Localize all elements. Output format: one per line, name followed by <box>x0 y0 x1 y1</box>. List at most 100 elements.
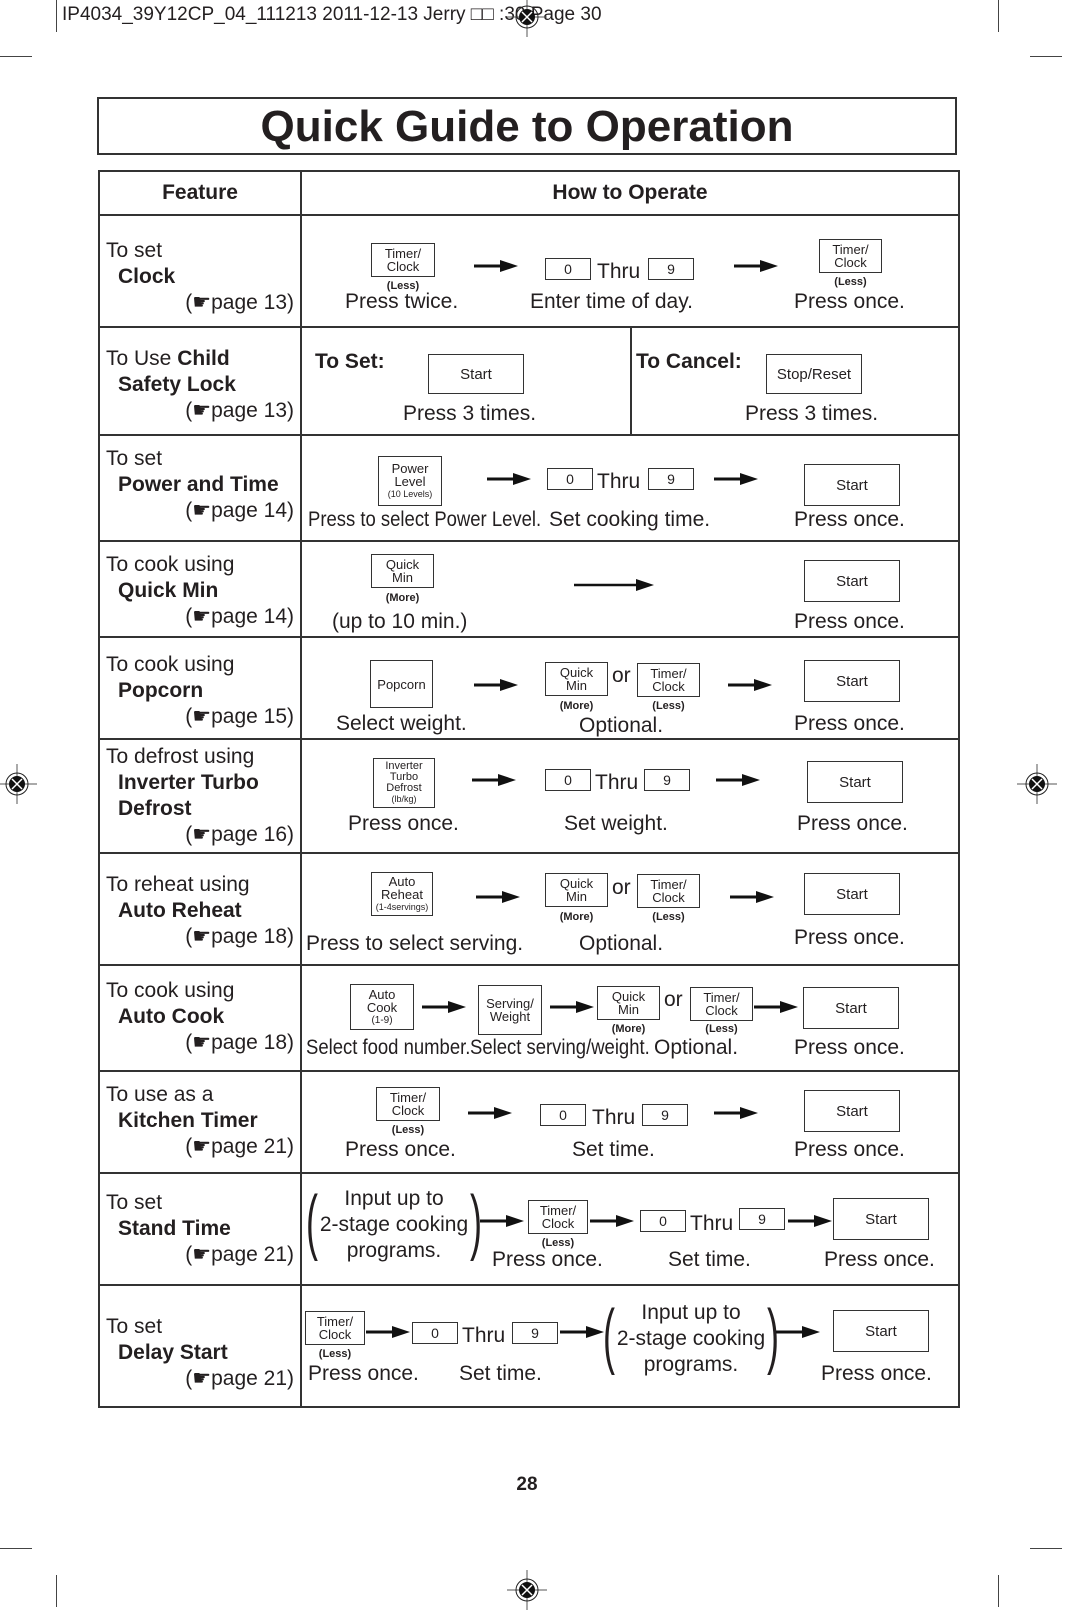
operation-cell: Timer/Clock (Less) 0 Thru 9 () Input up … <box>300 1284 960 1408</box>
pointing-hand-icon: ☛ <box>192 499 212 522</box>
thru-text: Thru <box>592 1106 636 1129</box>
less-label: (Less) <box>318 1348 352 1360</box>
operation-cell: () Input up to 2-stage cooking programs.… <box>300 1172 960 1286</box>
crop-mark <box>1030 56 1062 57</box>
crop-mark <box>1030 1548 1062 1549</box>
digit-9-key: 9 <box>739 1208 785 1230</box>
page-reference: (☛page 16) <box>185 823 294 846</box>
step-caption: Set time. <box>668 1248 751 1271</box>
table-row: To reheat using Auto Reheat (☛page 18) A… <box>98 852 960 966</box>
pointing-hand-icon: ☛ <box>192 1031 212 1054</box>
feature-name: Kitchen Timer <box>118 1109 258 1132</box>
thru-text: Thru <box>690 1212 734 1235</box>
step-caption: Press once. <box>794 712 905 735</box>
thru-text: Thru <box>595 771 639 794</box>
popcorn-key: Popcorn <box>370 660 433 708</box>
feature-name: Safety Lock <box>118 373 236 396</box>
feature-intro: To cook using <box>106 653 235 676</box>
multi-stage-note: () Input up to 2-stage cooking programs. <box>305 1182 483 1262</box>
start-key: Start <box>803 987 899 1029</box>
digit-0-key: 0 <box>540 1104 586 1126</box>
arrow-icon <box>550 1000 594 1014</box>
step-caption: Press to select Power Level. <box>308 508 542 531</box>
step-caption: Press once. <box>794 1036 905 1059</box>
feature-intro: To Use Child <box>106 347 230 370</box>
less-label: (Less) <box>391 1124 425 1136</box>
pointing-hand-icon: ☛ <box>192 1135 212 1158</box>
page-title: Quick Guide to Operation <box>97 97 957 155</box>
start-key: Start <box>804 660 900 702</box>
step-caption: Press once. <box>492 1248 603 1271</box>
timer-clock-key: Timer/Clock <box>371 243 435 277</box>
page-reference: (☛page 13) <box>185 291 294 314</box>
more-label: (More) <box>559 700 594 712</box>
start-key: Start <box>807 761 903 803</box>
page-reference: (☛page 14) <box>185 605 294 628</box>
step-caption: Press once. <box>308 1362 419 1385</box>
start-key: Start <box>428 354 524 394</box>
arrow-icon <box>754 1000 798 1014</box>
timer-clock-key: Timer/Clock <box>819 239 882 273</box>
step-caption: Press once. <box>794 926 905 949</box>
operation-cell: Power Level (10 Levels) 0 Thru 9 Start Pre… <box>300 434 960 542</box>
feature-name: Stand Time <box>118 1217 231 1240</box>
operation-cell: Auto Cook (1-9) Serving/Weight Quick Min (M… <box>300 964 960 1072</box>
step-caption: Optional. <box>579 714 664 737</box>
digit-0-key: 0 <box>640 1210 686 1232</box>
step-caption: Press once. <box>794 290 905 313</box>
more-label: (More) <box>385 592 420 604</box>
timer-clock-key: Timer/Clock <box>376 1087 440 1121</box>
operation-cell: Auto Reheat (1-4servings) Quick Min (More) … <box>300 852 960 966</box>
feature-cell: To set Delay Start (☛page 21) <box>98 1284 302 1408</box>
step-caption: Press once. <box>797 812 908 835</box>
crop-mark <box>998 0 999 32</box>
to-cancel-label: To Cancel: <box>636 350 742 373</box>
operation-cell: Timer/Clock (Less) 0 Thru 9 Start Press … <box>300 1070 960 1174</box>
operation-cell: Inverter Turbo Defrost (lb/kg) 0 Thru 9 Sta… <box>300 738 960 854</box>
table-row: To set Clock (☛page 13) Timer/Clock (Les… <box>98 214 960 328</box>
serving-weight-key: Serving/Weight <box>478 985 542 1035</box>
pointing-hand-icon: ☛ <box>192 705 212 728</box>
thru-text: Thru <box>462 1324 506 1347</box>
less-label: (Less) <box>652 911 685 923</box>
table-row: To Use Child Safety Lock (☛page 13) To S… <box>98 326 960 436</box>
table-row: To set Delay Start (☛page 21) Timer/Cloc… <box>98 1284 960 1408</box>
step-caption: Press once. <box>824 1248 935 1271</box>
arrow-icon <box>788 1214 832 1228</box>
arrow-icon <box>574 579 654 591</box>
feature-intro: To set <box>106 447 163 470</box>
table-row: To use as a Kitchen Timer (☛page 21) Tim… <box>98 1070 960 1174</box>
step-caption: Press once. <box>348 812 459 835</box>
column-header-how: How to Operate <box>300 170 960 216</box>
step-caption: Press 3 times. <box>745 402 879 425</box>
stop-reset-key: Stop/Reset <box>766 354 862 394</box>
to-set-label: To Set: <box>315 350 385 373</box>
table-row: To set Stand Time (☛page 21) () Input up… <box>98 1172 960 1286</box>
step-caption: Press once. <box>821 1362 932 1385</box>
timer-clock-key: Timer/Clock <box>637 874 700 908</box>
page-reference: (☛page 15) <box>185 705 294 728</box>
timer-clock-key: Timer/Clock <box>528 1200 588 1234</box>
arrow-icon <box>730 890 774 904</box>
less-label: (Less) <box>834 276 867 288</box>
arrow-icon <box>776 1325 820 1339</box>
feature-name: Power and Time <box>118 473 279 496</box>
step-caption: Select serving/weight. <box>470 1036 650 1059</box>
digit-0-key: 0 <box>545 769 591 791</box>
more-label: (More) <box>559 911 594 923</box>
timer-clock-key: Timer/Clock <box>637 663 700 697</box>
feature-intro: To set <box>106 239 163 262</box>
arrow-icon <box>474 678 518 692</box>
digit-0-key: 0 <box>545 258 591 280</box>
digit-9-key: 9 <box>512 1322 558 1344</box>
digit-0-key: 0 <box>547 468 593 490</box>
pointing-hand-icon: ☛ <box>192 823 212 846</box>
feature-intro: To defrost using <box>106 745 255 768</box>
feature-cell: To set Power and Time (☛page 14) <box>98 434 302 542</box>
step-caption: Press once. <box>345 1138 456 1161</box>
operation-cell: Quick Min (More) Start (up to 10 min.) Pr… <box>300 540 960 638</box>
feature-name: Popcorn <box>118 679 204 702</box>
arrow-icon <box>714 1106 758 1120</box>
feature-cell: To Use Child Safety Lock (☛page 13) <box>98 326 302 436</box>
feature-name: Quick Min <box>118 579 219 602</box>
